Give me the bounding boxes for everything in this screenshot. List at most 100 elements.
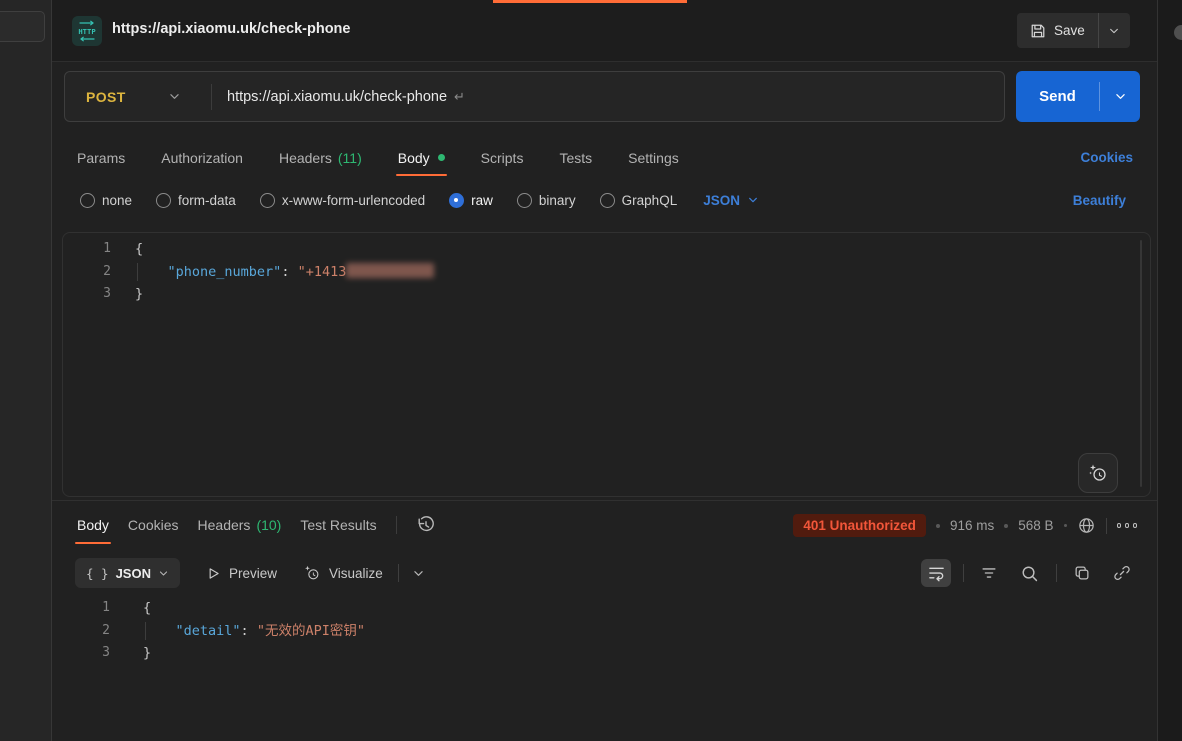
body-mode-form-data[interactable]: form-data bbox=[156, 193, 236, 208]
response-tab-test-results[interactable]: Test Results bbox=[300, 505, 376, 544]
code-line: 1 { bbox=[63, 238, 1150, 261]
radio-icon bbox=[80, 193, 95, 208]
indent-guide bbox=[145, 622, 146, 641]
response-headers-count: (10) bbox=[256, 517, 281, 533]
request-url-bar: POST https://api.xiaomu.uk/check-phone ↵ bbox=[64, 71, 1005, 122]
format-options-button[interactable] bbox=[412, 567, 425, 580]
tab-settings[interactable]: Settings bbox=[628, 139, 679, 176]
response-history-button[interactable] bbox=[416, 515, 436, 535]
response-pane: Body Cookies Headers(10) Test Results 40… bbox=[52, 500, 1157, 741]
request-body-editor[interactable]: 1 { 2 "phone_number": "+1413 3 } bbox=[62, 232, 1151, 497]
body-mode-row: none form-data x-www-form-urlencoded raw… bbox=[52, 185, 1157, 215]
language-selector[interactable]: JSON bbox=[703, 193, 759, 208]
response-format-selector[interactable]: { } JSON bbox=[75, 558, 180, 588]
filter-button[interactable] bbox=[974, 559, 1004, 587]
http-badge-label: HTTP bbox=[78, 27, 96, 36]
code-line: 2 "detail": "无效的API密钥" bbox=[62, 620, 1147, 643]
save-button-group: Save bbox=[1017, 13, 1130, 48]
indent-guide bbox=[137, 263, 138, 282]
body-mode-none[interactable]: none bbox=[80, 193, 132, 208]
divider bbox=[963, 564, 964, 582]
response-tab-headers[interactable]: Headers(10) bbox=[198, 505, 282, 544]
link-icon bbox=[1113, 564, 1131, 582]
editor-scrollbar[interactable] bbox=[1140, 240, 1142, 487]
json-key: "detail" bbox=[176, 623, 241, 639]
body-mode-binary[interactable]: binary bbox=[517, 193, 576, 208]
wrap-text-icon bbox=[927, 564, 946, 583]
response-size[interactable]: 568 B bbox=[1018, 518, 1053, 533]
redacted-value bbox=[346, 263, 434, 278]
json-value: "+1413 bbox=[298, 264, 347, 280]
sidebar-panel-stub[interactable] bbox=[0, 11, 45, 42]
send-options-button[interactable] bbox=[1100, 90, 1140, 103]
save-button-label: Save bbox=[1054, 23, 1085, 38]
response-body-viewer[interactable]: 1 { 2 "detail": "无效的API密钥" 3 } bbox=[62, 597, 1147, 665]
body-mode-urlencoded[interactable]: x-www-form-urlencoded bbox=[260, 193, 425, 208]
tab-params[interactable]: Params bbox=[77, 139, 125, 176]
method-selector[interactable]: POST bbox=[65, 89, 211, 105]
search-icon bbox=[1020, 564, 1039, 583]
modified-dot-icon bbox=[438, 154, 445, 161]
save-icon bbox=[1030, 23, 1046, 39]
left-sidebar bbox=[0, 0, 52, 741]
return-icon: ↵ bbox=[454, 89, 465, 105]
search-button[interactable] bbox=[1014, 559, 1044, 587]
main-panel: HTTP https://api.xiaomu.uk/check-phone S… bbox=[52, 0, 1157, 741]
braces-icon: { } bbox=[86, 566, 109, 581]
chevron-down-icon bbox=[747, 194, 759, 206]
copy-button[interactable] bbox=[1067, 559, 1097, 587]
line-number: 2 bbox=[63, 261, 111, 284]
dot-separator bbox=[1064, 524, 1067, 527]
url-input[interactable]: https://api.xiaomu.uk/check-phone ↵ bbox=[227, 89, 465, 105]
url-value: https://api.xiaomu.uk/check-phone bbox=[227, 89, 447, 105]
body-mode-graphql[interactable]: GraphQL bbox=[600, 193, 678, 208]
response-tab-cookies[interactable]: Cookies bbox=[128, 505, 179, 544]
globe-icon bbox=[1077, 516, 1096, 535]
http-request-icon: HTTP bbox=[72, 16, 102, 46]
divider bbox=[1106, 518, 1107, 534]
json-value: "无效的API密钥" bbox=[257, 623, 365, 639]
response-tab-body[interactable]: Body bbox=[77, 505, 109, 544]
request-tab-title: https://api.xiaomu.uk/check-phone bbox=[112, 21, 350, 37]
line-number: 1 bbox=[62, 597, 110, 620]
tab-headers[interactable]: Headers(11) bbox=[279, 139, 362, 176]
tab-tests[interactable]: Tests bbox=[559, 139, 592, 176]
response-toolbar-icons bbox=[921, 556, 1137, 590]
wrap-text-button[interactable] bbox=[921, 559, 951, 587]
save-options-button[interactable] bbox=[1099, 13, 1130, 48]
sparkle-circle-icon bbox=[303, 564, 321, 582]
beautify-link[interactable]: Beautify bbox=[1073, 193, 1126, 208]
network-info-button[interactable] bbox=[1077, 516, 1096, 535]
chevron-down-icon bbox=[158, 568, 169, 579]
chevron-down-icon bbox=[1114, 90, 1127, 103]
radio-icon bbox=[260, 193, 275, 208]
chevron-down-icon bbox=[168, 90, 181, 103]
link-button[interactable] bbox=[1107, 559, 1137, 587]
tab-scripts[interactable]: Scripts bbox=[481, 139, 524, 176]
line-number: 1 bbox=[63, 238, 111, 261]
tab-authorization[interactable]: Authorization bbox=[161, 139, 243, 176]
more-options-button[interactable] bbox=[1117, 523, 1138, 528]
url-divider bbox=[211, 84, 212, 110]
send-button[interactable]: Send bbox=[1016, 88, 1099, 105]
divider bbox=[396, 516, 397, 534]
body-mode-raw[interactable]: raw bbox=[449, 193, 493, 208]
response-time[interactable]: 916 ms bbox=[950, 518, 994, 533]
status-badge[interactable]: 401 Unauthorized bbox=[793, 514, 926, 537]
request-tab-bar: HTTP https://api.xiaomu.uk/check-phone S… bbox=[52, 0, 1157, 62]
save-button[interactable]: Save bbox=[1017, 13, 1098, 48]
response-status-row: 401 Unauthorized 916 ms 568 B bbox=[793, 514, 1137, 537]
visualize-button[interactable]: Visualize bbox=[303, 564, 383, 582]
postbot-button[interactable] bbox=[1078, 453, 1118, 493]
right-sidebar-icon[interactable] bbox=[1174, 25, 1182, 40]
radio-icon bbox=[517, 193, 532, 208]
request-tabs: Params Authorization Headers(11) Body Sc… bbox=[52, 139, 1157, 176]
cookies-link[interactable]: Cookies bbox=[1080, 150, 1133, 165]
radio-checked-icon bbox=[449, 193, 464, 208]
dot-separator bbox=[1004, 524, 1008, 528]
code-line: 3 } bbox=[63, 283, 1150, 306]
tab-body[interactable]: Body bbox=[398, 139, 445, 176]
dot-separator bbox=[936, 524, 940, 528]
copy-icon bbox=[1073, 564, 1091, 582]
preview-button[interactable]: Preview bbox=[206, 566, 277, 581]
